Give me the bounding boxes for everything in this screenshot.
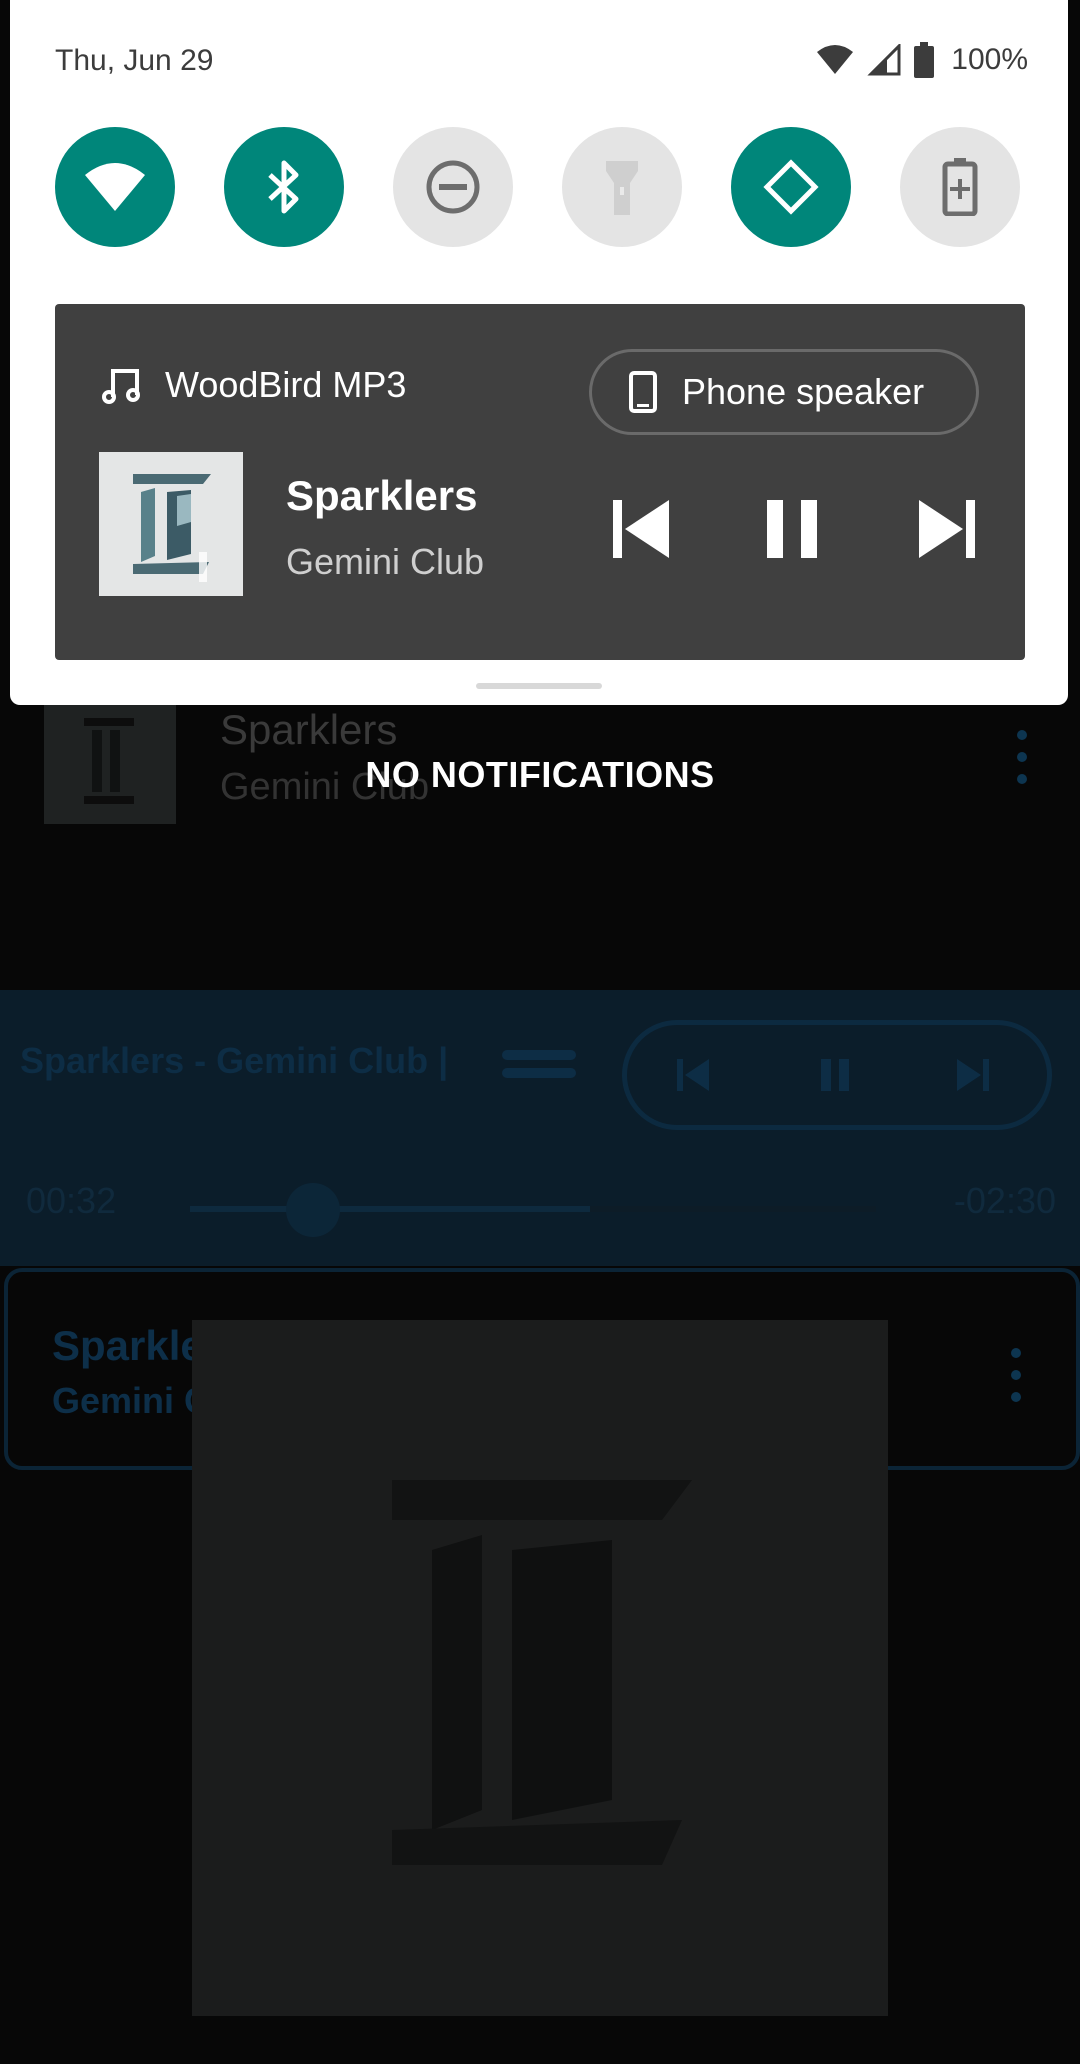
wifi-signal-icon — [817, 45, 854, 74]
more-options-icon[interactable] — [1006, 1348, 1026, 1408]
no-notifications-label: NO NOTIFICATIONS — [365, 754, 715, 795]
now-playing-marquee: Sparklers - Gemini Club | — [20, 1040, 449, 1081]
quick-tiles-row — [55, 127, 1025, 247]
drag-handle[interactable] — [476, 683, 602, 689]
output-device-label: Phone speaker — [682, 371, 925, 412]
battery-saver-tile[interactable] — [900, 127, 1020, 247]
previous-icon[interactable] — [671, 1053, 715, 1097]
media-app-name: WoodBird MP3 — [165, 364, 407, 405]
previous-track-button[interactable] — [607, 496, 673, 562]
quick-settings-panel: Thu, Jun 29 100% WoodBird MP3 Phone spea… — [10, 0, 1068, 705]
media-artist: Gemini Club — [286, 541, 485, 582]
media-song-title: Sparklers — [286, 472, 478, 519]
phone-icon — [629, 371, 657, 413]
output-device-button[interactable]: Phone speaker — [589, 349, 979, 435]
album-art — [192, 1320, 888, 2016]
list-item-title: Sparklers — [220, 706, 398, 753]
battery-saver-icon — [942, 158, 978, 216]
player-bar: Sparklers - Gemini Club | 00:32 -02:30 — [0, 990, 1080, 1266]
flashlight-tile[interactable] — [562, 127, 682, 247]
flashlight-icon — [606, 161, 638, 215]
queue-menu-icon[interactable] — [502, 1050, 576, 1078]
elapsed-time: 00:32 — [26, 1180, 117, 1221]
wifi-icon — [85, 163, 145, 211]
album-art-thumbnail — [99, 452, 243, 596]
status-icons: 100% — [815, 40, 1028, 80]
remaining-time: -02:30 — [953, 1180, 1056, 1221]
next-track-button[interactable] — [915, 496, 981, 562]
battery-percent: 100% — [951, 43, 1028, 76]
dnd-icon — [426, 160, 480, 214]
date-label: Thu, Jun 29 — [55, 44, 214, 77]
seek-thumb[interactable] — [286, 1183, 341, 1237]
bluetooth-tile[interactable] — [224, 127, 344, 247]
media-notification[interactable]: WoodBird MP3 Phone speaker Sparklers Gem… — [55, 304, 1025, 660]
rotate-icon — [763, 159, 819, 215]
battery-icon — [914, 42, 935, 78]
wifi-tile[interactable] — [55, 127, 175, 247]
next-icon[interactable] — [951, 1053, 995, 1097]
media-app-header: WoodBird MP3 — [101, 364, 406, 406]
mini-controls — [622, 1020, 1052, 1130]
seek-buffered — [190, 1206, 590, 1212]
music-note-icon — [102, 369, 140, 404]
bluetooth-icon — [268, 160, 299, 214]
cell-signal-icon — [867, 44, 901, 76]
rotate-tile[interactable] — [731, 127, 851, 247]
pause-button[interactable] — [759, 496, 825, 562]
pause-icon[interactable] — [813, 1053, 857, 1097]
dnd-tile[interactable] — [393, 127, 513, 247]
